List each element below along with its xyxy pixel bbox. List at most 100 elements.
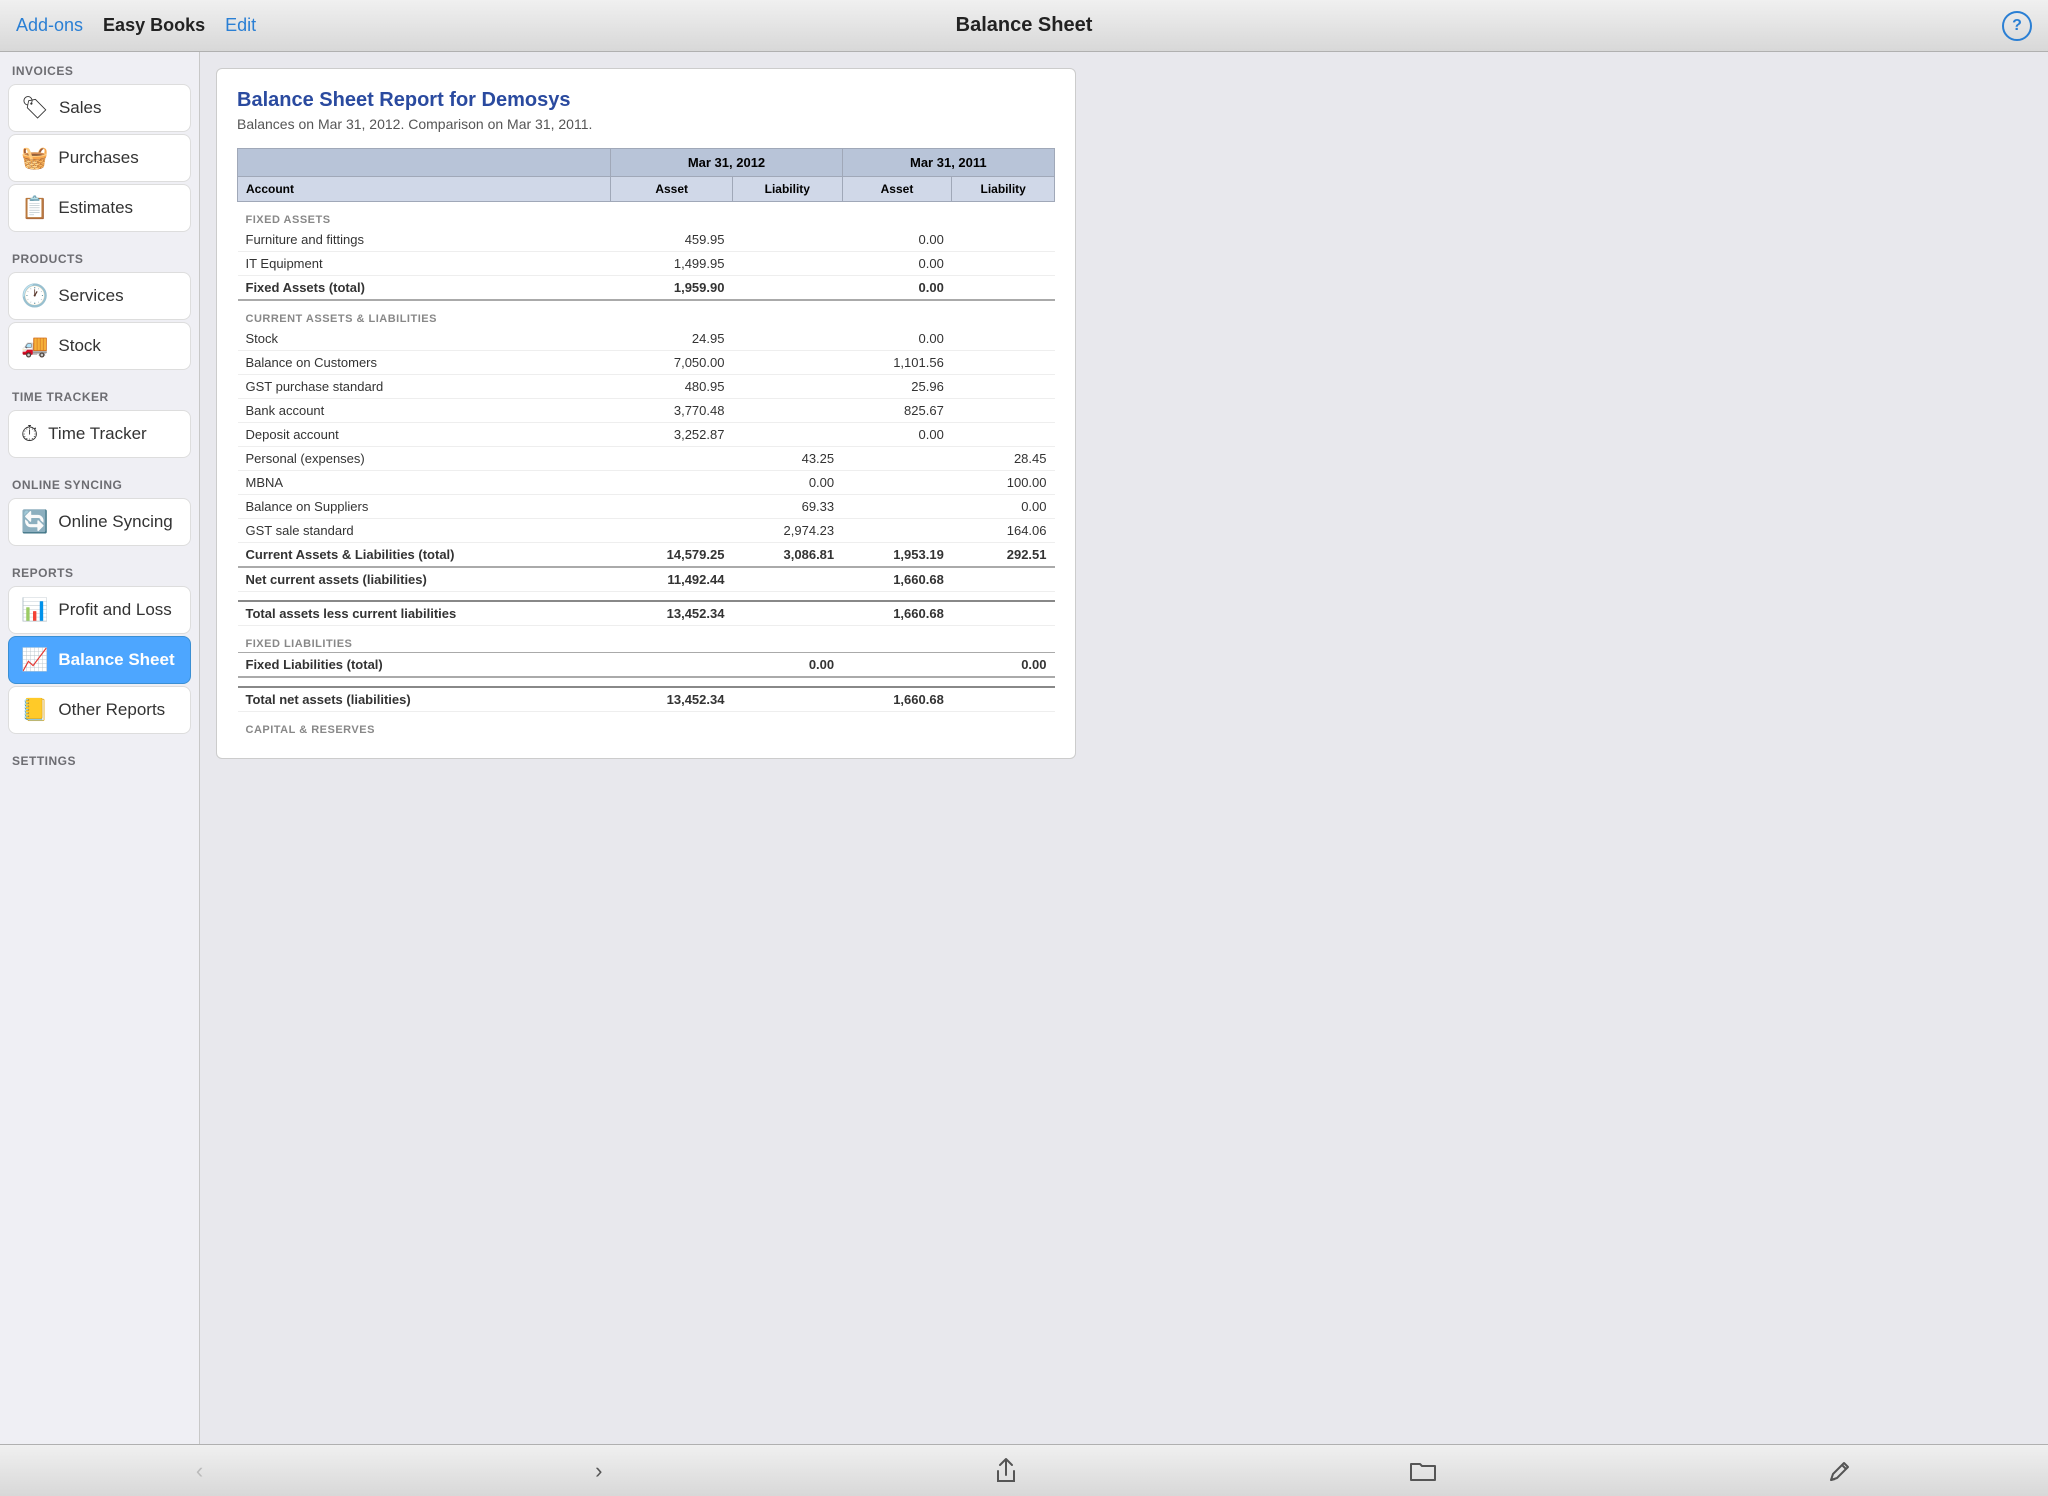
account-cell: Current Assets & Liabilities (total) — [238, 543, 611, 568]
table-row: Deposit account3,252.870.00 — [238, 423, 1055, 447]
sidebar-section-products: PRODUCTS🕐Services🚚Stock — [0, 240, 199, 370]
top-nav: Add-ons Easy Books Edit Balance Sheet ? — [0, 0, 2048, 52]
nav-left: Add-ons Easy Books Edit — [16, 15, 256, 36]
online-syncing-icon: 🔄 — [21, 509, 48, 535]
table-row: Furniture and fittings459.950.00 — [238, 228, 1055, 252]
value-cell: 825.67 — [842, 399, 952, 423]
account-cell: Personal (expenses) — [238, 447, 611, 471]
value-cell — [732, 327, 842, 351]
account-cell: Stock — [238, 327, 611, 351]
value-cell — [952, 375, 1055, 399]
value-cell: 0.00 — [952, 495, 1055, 519]
value-cell: 0.00 — [732, 471, 842, 495]
online-syncing-label: Online Syncing — [58, 512, 172, 532]
value-cell — [732, 399, 842, 423]
value-cell — [842, 447, 952, 471]
content-area: Balance Sheet Report for Demosys Balance… — [200, 52, 2048, 1444]
table-row: IT Equipment1,499.950.00 — [238, 252, 1055, 276]
value-cell: 480.95 — [611, 375, 733, 399]
value-cell — [732, 567, 842, 592]
estimates-label: Estimates — [58, 198, 133, 218]
table-row: Balance on Suppliers69.330.00 — [238, 495, 1055, 519]
value-cell — [952, 399, 1055, 423]
help-button[interactable]: ? — [2002, 11, 2032, 41]
report-subtitle: Balances on Mar 31, 2012. Comparison on … — [237, 116, 1055, 132]
value-cell: 1,959.90 — [611, 276, 733, 301]
section-label: ONLINE SYNCING — [0, 466, 199, 498]
sidebar-item-other-reports[interactable]: 📒Other Reports — [8, 686, 191, 734]
account-cell: Total net assets (liabilities) — [238, 687, 611, 712]
estimates-icon: 📋 — [21, 195, 48, 221]
value-cell — [952, 601, 1055, 626]
value-cell: 14,579.25 — [611, 543, 733, 568]
sidebar-item-online-syncing[interactable]: 🔄 Online Syncing — [8, 498, 191, 546]
value-cell: 0.00 — [842, 228, 952, 252]
value-cell — [952, 567, 1055, 592]
section-header-label: FIXED ASSETS — [238, 202, 1055, 229]
share-button[interactable] — [974, 1449, 1038, 1493]
folder-button[interactable] — [1390, 1452, 1456, 1490]
sub-header-row: Account Asset Liability Asset Liability — [238, 177, 1055, 202]
stock-icon: 🚚 — [21, 333, 48, 359]
back-button[interactable]: ‹ — [176, 1450, 223, 1492]
other-reports-icon: 📒 — [21, 697, 48, 723]
value-cell — [611, 519, 733, 543]
sidebar-item-estimates[interactable]: 📋 Estimates — [8, 184, 191, 232]
value-cell: 3,086.81 — [732, 543, 842, 568]
value-cell — [611, 653, 733, 678]
section-label: PRODUCTS — [0, 240, 199, 272]
value-cell: 13,452.34 — [611, 687, 733, 712]
table-row: Net current assets (liabilities)11,492.4… — [238, 567, 1055, 592]
nav-right: ? — [2002, 11, 2032, 41]
account-cell: Net current assets (liabilities) — [238, 567, 611, 592]
sidebar-item-services[interactable]: 🕐Services — [8, 272, 191, 320]
value-cell: 1,953.19 — [842, 543, 952, 568]
value-cell: 2,974.23 — [732, 519, 842, 543]
sidebar-section-time-tracker: TIME TRACKER⏱Time Tracker — [0, 378, 199, 458]
account-cell: Bank account — [238, 399, 611, 423]
account-cell: Balance on Customers — [238, 351, 611, 375]
asset-2012-header: Asset — [611, 177, 733, 202]
value-cell — [732, 351, 842, 375]
balance-sheet-icon: 📈 — [21, 647, 48, 673]
table-row: Bank account3,770.48825.67 — [238, 399, 1055, 423]
purchases-label: Purchases — [58, 148, 138, 168]
table-row: Total net assets (liabilities)13,452.34 1… — [238, 687, 1055, 712]
table-row: Total assets less current liabilities13,… — [238, 601, 1055, 626]
table-row: Personal (expenses)43.2528.45 — [238, 447, 1055, 471]
table-section-header: CURRENT ASSETS & LIABILITIES — [238, 300, 1055, 327]
table-row: GST sale standard2,974.23164.06 — [238, 519, 1055, 543]
report-card: Balance Sheet Report for Demosys Balance… — [216, 68, 1076, 759]
addons-link[interactable]: Add-ons — [16, 15, 83, 36]
app-title: Easy Books — [103, 15, 205, 36]
sidebar-item-balance-sheet[interactable]: 📈Balance Sheet — [8, 636, 191, 684]
value-cell: 1,660.68 — [842, 687, 952, 712]
bottom-toolbar: ‹ › — [0, 1444, 2048, 1496]
forward-button[interactable]: › — [575, 1450, 622, 1492]
value-cell — [732, 423, 842, 447]
sidebar-item-stock[interactable]: 🚚Stock — [8, 322, 191, 370]
value-cell: 13,452.34 — [611, 601, 733, 626]
section-label: SETTINGS — [0, 742, 199, 774]
sales-label: Sales — [59, 98, 102, 118]
account-cell: Fixed Liabilities (total) — [238, 653, 611, 678]
value-cell: 0.00 — [842, 423, 952, 447]
account-cell: Fixed Assets (total) — [238, 276, 611, 301]
value-cell — [952, 252, 1055, 276]
sidebar-item-profit-loss[interactable]: 📊Profit and Loss — [8, 586, 191, 634]
report-title: Balance Sheet Report for Demosys — [237, 89, 1055, 112]
section-header-label: CAPITAL & RESERVES — [238, 712, 1055, 739]
sidebar-section-settings: SETTINGS — [0, 742, 199, 774]
sidebar-item-purchases[interactable]: 🧺Purchases — [8, 134, 191, 182]
edit-button[interactable] — [1808, 1451, 1872, 1491]
sidebar-item-time-tracker[interactable]: ⏱Time Tracker — [8, 410, 191, 458]
value-cell: 1,660.68 — [842, 567, 952, 592]
value-cell — [842, 519, 952, 543]
edit-link[interactable]: Edit — [225, 15, 256, 36]
sidebar-item-sales[interactable]: 🏷Sales — [8, 84, 191, 132]
value-cell: 7,050.00 — [611, 351, 733, 375]
section-label: TIME TRACKER — [0, 378, 199, 410]
value-cell — [842, 495, 952, 519]
value-cell — [611, 447, 733, 471]
value-cell — [611, 471, 733, 495]
